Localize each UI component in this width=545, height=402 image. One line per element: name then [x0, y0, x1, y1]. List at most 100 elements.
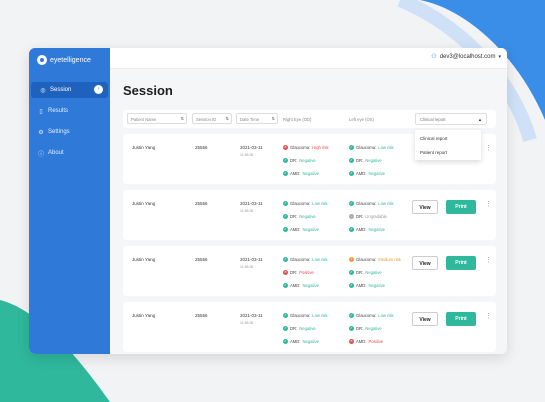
os-amd-status: ✓ AMD: Negative: [349, 171, 385, 176]
status-indicator-icon: ✓: [349, 171, 354, 176]
sidebar-item-settings[interactable]: ⚙ Settings: [29, 124, 110, 140]
glaucoma-label: Glaucoma:: [356, 201, 377, 206]
amd-value: Negative: [302, 339, 319, 344]
print-button[interactable]: Print: [446, 200, 476, 214]
view-button[interactable]: View: [412, 200, 438, 214]
dr-label: DR:: [356, 158, 364, 163]
od-amd-status: ✓ AMD: Negative: [283, 283, 319, 288]
os-amd-status: ✓ AMD: Negative: [349, 283, 385, 288]
dr-label: DR:: [356, 326, 364, 331]
dr-label: DR:: [290, 158, 298, 163]
os-glaucoma-status: ✓ Glaucoma: Low risk: [349, 201, 394, 206]
sidebar-item-about[interactable]: ⓘ About: [29, 145, 110, 161]
dr-value: Negative: [299, 158, 316, 163]
dr-label: DR:: [290, 214, 298, 219]
os-amd-status: ✕ AMD: Positive: [349, 339, 383, 344]
patient-name: Justin Yang: [132, 313, 156, 318]
dropdown-option-clinical-report[interactable]: Clinical report: [420, 136, 448, 141]
left-eye-header: Left eye (OS): [349, 117, 374, 122]
more-options-icon[interactable]: ⋮: [485, 313, 492, 320]
dr-value: Ungradable: [365, 214, 387, 219]
status-indicator-icon: ✓: [283, 326, 288, 331]
amd-label: AMD:: [290, 171, 301, 176]
document-icon: ▯: [39, 108, 43, 115]
od-dr-status: ✓ DR: Negative: [283, 326, 316, 331]
session-time: 11:55:36: [240, 265, 254, 269]
patient-name: Justin Yang: [132, 145, 156, 150]
status-indicator-icon: ✓: [283, 214, 288, 219]
logo-text: eyetelligence: [50, 56, 91, 64]
print-button[interactable]: Print: [446, 312, 476, 326]
print-button[interactable]: Print: [446, 256, 476, 270]
sidebar-item-label: Session: [50, 87, 72, 93]
status-indicator-icon: ✓: [283, 313, 288, 318]
date-time-filter-label: Date Time: [240, 117, 260, 122]
main-content: ⚇ dev3@localhost.com ▾ Session Patient N…: [110, 48, 507, 354]
dr-value: Negative: [299, 326, 316, 331]
sidebar-item-session[interactable]: ◎ Session ›: [31, 82, 108, 98]
os-glaucoma-status: ✓ Glaucoma: Low risk: [349, 313, 394, 318]
status-indicator-icon: ✓: [283, 227, 288, 232]
dropdown-option-patient-report[interactable]: Patient report: [420, 150, 447, 155]
session-row: Justin Yang 25556 2021-03-11 11:55:36 ✓ Glauc…: [123, 190, 496, 240]
session-time: 11:55:36: [240, 321, 254, 325]
session-id-filter[interactable]: Session ID ⇅: [192, 113, 232, 124]
session-id: 25556: [195, 201, 208, 206]
session-date: 2021-03-11: [240, 313, 263, 318]
more-options-icon[interactable]: ⋮: [485, 145, 492, 152]
session-date: 2021-03-11: [240, 257, 263, 262]
status-indicator-icon: ✓: [283, 158, 288, 163]
eye-icon: ◎: [40, 87, 46, 94]
user-menu[interactable]: ⚇ dev3@localhost.com ▾: [431, 53, 501, 61]
chevron-down-icon: ▾: [498, 53, 501, 60]
glaucoma-value: Low risk: [378, 201, 394, 206]
dr-value: Positive: [299, 270, 314, 275]
status-indicator-icon: ✕: [283, 270, 288, 275]
session-date: 2021-03-11: [240, 201, 263, 206]
status-indicator-icon: ✕: [283, 145, 288, 150]
session-time: 11:55:36: [240, 209, 254, 213]
status-indicator-icon: ✓: [349, 283, 354, 288]
sort-icon: ⇅: [180, 116, 184, 121]
status-indicator-icon: ✕: [349, 339, 354, 344]
glaucoma-label: Glaucoma:: [290, 145, 311, 150]
session-id-filter-label: Session ID: [196, 117, 217, 122]
more-options-icon[interactable]: ⋮: [485, 201, 492, 208]
app-logo[interactable]: eyetelligence: [37, 55, 91, 65]
patient-name-filter[interactable]: Patient Name ⇅: [127, 113, 187, 124]
more-options-icon[interactable]: ⋮: [485, 257, 492, 264]
amd-value: Negative: [302, 227, 319, 232]
status-indicator-icon: !: [349, 257, 354, 262]
od-dr-status: ✓ DR: Negative: [283, 214, 316, 219]
sidebar-item-label: About: [48, 150, 64, 156]
report-type-select[interactable]: Clinical report ▲: [415, 113, 487, 125]
date-time-filter[interactable]: Date Time ⇅: [236, 113, 278, 124]
view-button[interactable]: View: [412, 312, 438, 326]
os-glaucoma-status: ✓ Glaucoma: Low risk: [349, 145, 394, 150]
patient-name-filter-label: Patient Name: [131, 117, 157, 122]
dr-value: Negative: [365, 326, 382, 331]
glaucoma-label: Glaucoma:: [356, 257, 377, 262]
view-button[interactable]: View: [412, 256, 438, 270]
amd-value: Negative: [368, 283, 385, 288]
glaucoma-value: Low risk: [378, 313, 394, 318]
status-indicator-icon: –: [349, 214, 354, 219]
report-type-value: Clinical report: [420, 117, 446, 122]
sidebar-item-label: Results: [48, 108, 69, 114]
report-type-dropdown: Clinical report Patient report: [415, 130, 481, 160]
glaucoma-value: High risk: [312, 145, 329, 150]
os-dr-status: ✓ DR: Negative: [349, 158, 382, 163]
glaucoma-label: Glaucoma:: [356, 145, 377, 150]
status-indicator-icon: ✓: [349, 201, 354, 206]
chevron-right-icon: ›: [94, 85, 103, 94]
status-indicator-icon: ✓: [349, 270, 354, 275]
glaucoma-value: Low risk: [312, 257, 328, 262]
od-dr-status: ✓ DR: Negative: [283, 158, 316, 163]
sidebar-item-label: Settings: [48, 129, 70, 135]
glaucoma-value: Low risk: [378, 145, 394, 150]
od-glaucoma-status: ✓ Glaucoma: Low risk: [283, 313, 328, 318]
od-amd-status: ✓ AMD: Negative: [283, 171, 319, 176]
user-icon: ⚇: [431, 54, 437, 60]
od-amd-status: ✓ AMD: Negative: [283, 227, 319, 232]
sidebar-item-results[interactable]: ▯ Results: [29, 103, 110, 119]
